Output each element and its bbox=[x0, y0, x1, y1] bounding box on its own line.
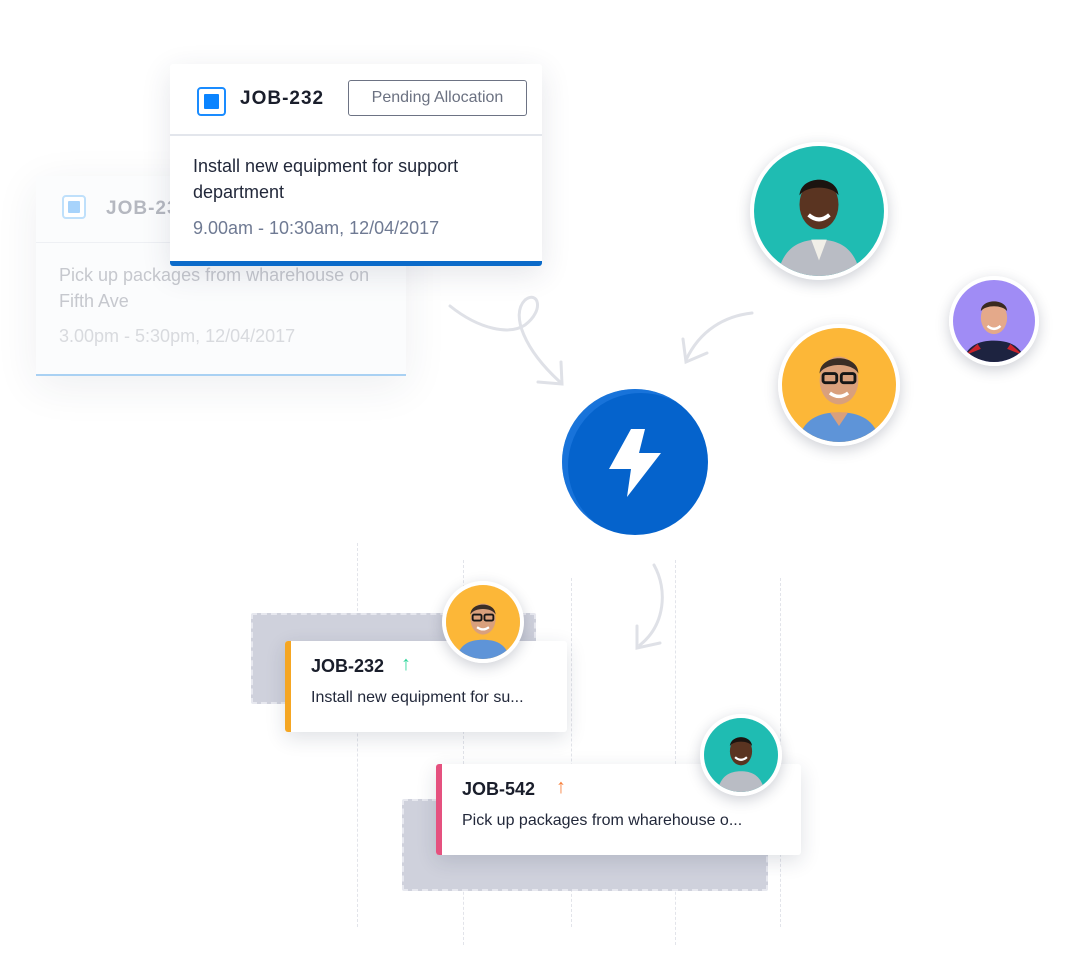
avatar-technician-man-glasses[interactable] bbox=[778, 324, 900, 446]
dispatch-button[interactable] bbox=[562, 389, 708, 535]
job-description: Install new equipment for su... bbox=[311, 689, 524, 706]
priority-stripe bbox=[436, 764, 442, 855]
job-id: JOB-232 bbox=[311, 656, 385, 676]
scheduled-job-card[interactable]: JOB-232 ↑ Install new equipment for su..… bbox=[285, 641, 567, 732]
arrow-curve-icon bbox=[638, 563, 664, 647]
avatar-technician-woman[interactable] bbox=[750, 142, 888, 280]
assignee-avatar-technician-woman[interactable] bbox=[700, 714, 782, 796]
lightning-icon bbox=[609, 429, 661, 497]
job-id: JOB-542 bbox=[462, 779, 536, 799]
arrow-up-icon: ↑ bbox=[556, 776, 566, 798]
arrow-curve-icon bbox=[684, 311, 754, 362]
assignee-avatar-technician-man-glasses[interactable] bbox=[442, 581, 524, 663]
arrow-up-icon: ↑ bbox=[401, 653, 411, 675]
avatar-technician-man-red-shirt[interactable] bbox=[949, 276, 1039, 366]
job-description: Pick up packages from wharehouse o... bbox=[462, 812, 743, 829]
arrow-curve-icon bbox=[448, 296, 562, 384]
priority-stripe bbox=[285, 641, 291, 732]
